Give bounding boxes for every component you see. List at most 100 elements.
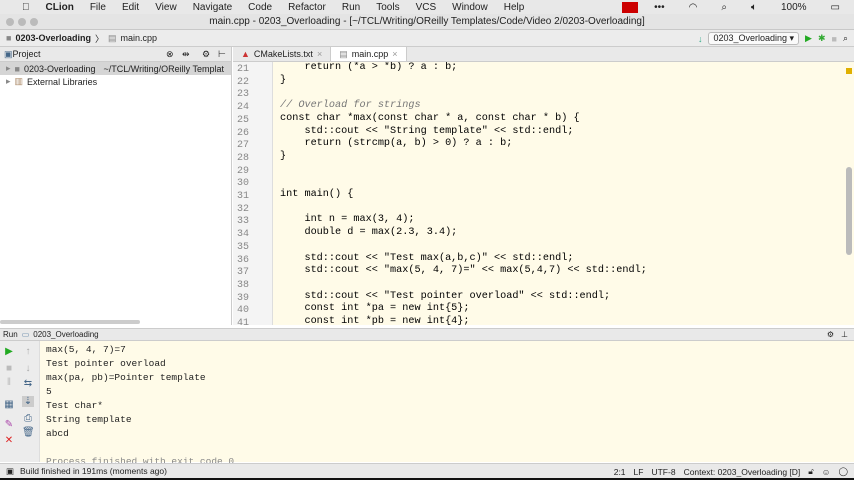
close-window-button[interactable]: [6, 18, 14, 26]
scroll-to-end-icon[interactable]: ⇣: [22, 396, 34, 407]
close-tab-icon[interactable]: ×: [317, 49, 322, 59]
menu-code[interactable]: Code: [240, 2, 280, 13]
horizontal-scrollbar[interactable]: [0, 320, 140, 324]
tab-main-cpp[interactable]: ▤ main.cpp ×: [331, 47, 407, 61]
tab-label: main.cpp: [351, 49, 389, 59]
event-log-icon[interactable]: ◯: [838, 466, 848, 477]
inspector-icon[interactable]: ☺: [822, 467, 831, 477]
zoom-window-button[interactable]: [30, 18, 38, 26]
build-icon[interactable]: ↓: [698, 34, 703, 44]
project-title[interactable]: Project: [13, 49, 41, 59]
up-arrow-icon[interactable]: ↑: [22, 346, 34, 357]
file-encoding[interactable]: UTF-8: [651, 467, 675, 477]
run-icon[interactable]: ▶: [805, 33, 812, 44]
search-icon[interactable]: ⌕: [713, 2, 735, 13]
console-line: max(pa, pb)=Pointer template: [46, 372, 206, 383]
editor-scrollbar[interactable]: [846, 167, 852, 255]
battery-icon[interactable]: ▭: [823, 2, 848, 13]
minimize-window-button[interactable]: [18, 18, 26, 26]
project-header: ▣ Project ⊗ ⇹ ⚙ ⊢: [0, 47, 231, 62]
pause-icon[interactable]: ‖: [3, 377, 15, 388]
editor-tabs: ▲ CMakeLists.txt × ▤ main.cpp ×: [233, 47, 854, 62]
window-title-bar: main.cpp - 0203_Overloading - [~/TCL/Wri…: [0, 14, 854, 30]
stop-icon[interactable]: ■: [832, 34, 837, 44]
volume-icon[interactable]: 🔈︎: [743, 2, 765, 13]
menu-run[interactable]: Run: [334, 2, 368, 13]
line-number: 36: [237, 254, 250, 266]
menu-help[interactable]: Help: [496, 2, 533, 13]
console-line: 5: [46, 386, 52, 397]
tree-item-label: 0203-Overloading: [23, 63, 96, 74]
menu-app[interactable]: CLion: [38, 2, 82, 13]
chevron-right-icon: 〉: [94, 33, 104, 44]
close-tab-icon[interactable]: ×: [392, 49, 397, 59]
line-number: 34: [237, 229, 250, 241]
code-line: return (strcmp(a, b) > 0) ? a : b;: [280, 138, 513, 150]
line-number: 27: [237, 140, 250, 152]
caret-position[interactable]: 2:1: [614, 467, 626, 477]
breadcrumb-file[interactable]: main.cpp: [121, 33, 158, 43]
tree-item-label: External Libraries: [27, 76, 98, 87]
tree-item-project[interactable]: ▸ ■ 0203-Overloading ~/TCL/Writing/OReil…: [0, 62, 231, 75]
menu-refactor[interactable]: Refactor: [280, 2, 334, 13]
close-icon[interactable]: ✕: [3, 435, 15, 446]
lock-icon[interactable]: 🔓︎: [808, 466, 814, 477]
gear-icon[interactable]: ⚙: [827, 330, 834, 339]
menu-view[interactable]: View: [147, 2, 185, 13]
menu-navigate[interactable]: Navigate: [185, 2, 240, 13]
breadcrumb-project[interactable]: 0203-Overloading: [15, 33, 91, 43]
debug-icon[interactable]: ✱: [818, 33, 826, 44]
warning-marker[interactable]: [846, 68, 852, 74]
hide-panel-icon[interactable]: ⊥: [841, 330, 848, 339]
stop-icon[interactable]: ■: [3, 363, 15, 374]
tab-cmakelists[interactable]: ▲ CMakeLists.txt ×: [233, 47, 332, 61]
status-message: Build finished in 191ms (moments ago): [20, 466, 167, 476]
code-line: // Overload for strings: [280, 100, 421, 112]
run-console[interactable]: max(5, 4, 7)=7 Test pointer overload max(p…: [40, 341, 854, 467]
cpp-file-icon: ▤: [339, 48, 348, 59]
expand-icon[interactable]: ▸: [6, 63, 11, 74]
line-number: 32: [237, 203, 250, 215]
expand-icon[interactable]: ▸: [6, 76, 11, 87]
menu-tools[interactable]: Tools: [368, 2, 407, 13]
tree-item-external-libraries[interactable]: ▸ ▥ External Libraries: [0, 75, 231, 88]
console-line: max(5, 4, 7)=7: [46, 344, 126, 355]
collapse-icon[interactable]: ⊗: [166, 49, 174, 60]
menu-window[interactable]: Window: [444, 2, 496, 13]
apple-icon[interactable]: : [14, 2, 38, 13]
layout-icon[interactable]: ▦: [3, 399, 15, 410]
status-panel-icon[interactable]: ▣: [6, 466, 14, 477]
run-tab[interactable]: 0203_Overloading: [33, 330, 98, 339]
code-line: int n = max(3, 4);: [280, 214, 415, 226]
navigation-bar: ■ 0203-Overloading 〉 ▤ main.cpp ↓ 0203_O…: [0, 30, 854, 47]
scroll-from-source-icon[interactable]: ⇹: [182, 49, 190, 60]
search-everywhere-icon[interactable]: ⌕: [843, 33, 848, 44]
menu-file[interactable]: File: [82, 2, 114, 13]
gear-icon[interactable]: ⚙: [202, 49, 210, 60]
trash-icon[interactable]: 🗑︎: [22, 427, 35, 438]
line-number: 38: [237, 279, 250, 291]
code-line: double d = max(2.3, 3.4);: [280, 227, 458, 239]
pin-icon[interactable]: ✎: [3, 419, 15, 430]
code-line: std::cout << "Test pointer overload" << …: [280, 290, 611, 302]
tree-item-path: ~/TCL/Writing/OReilly Templat: [103, 63, 224, 74]
menu-vcs[interactable]: VCS: [408, 2, 445, 13]
rerun-icon[interactable]: ▶: [3, 346, 15, 357]
hide-icon[interactable]: ⊢: [218, 49, 226, 60]
record-icon[interactable]: [622, 1, 639, 13]
soft-wrap-icon[interactable]: ⇆: [22, 378, 34, 389]
more-icon[interactable]: •••: [646, 2, 673, 13]
cmake-icon: ▲: [241, 49, 250, 59]
line-ending[interactable]: LF: [634, 467, 644, 477]
code-line: std::cout << "max(5, 4, 7)=" << max(5,4,…: [280, 265, 647, 277]
code-editor[interactable]: 21 return (*a > *b) ? a : b; 22} 23 24 // Ov…: [233, 62, 854, 325]
line-number: 28: [237, 152, 250, 164]
down-arrow-icon[interactable]: ↓: [22, 363, 34, 374]
context-selector[interactable]: Context: 0203_Overloading [D]: [684, 467, 801, 477]
menu-edit[interactable]: Edit: [114, 2, 147, 13]
print-icon[interactable]: ⎙: [22, 413, 34, 424]
run-config-select[interactable]: 0203_Overloading ▾: [708, 32, 800, 45]
wifi-icon[interactable]: ◠: [681, 2, 706, 13]
code-line: return (*a > *b) ? a : b;: [280, 62, 458, 73]
status-bar: ▣ Build finished in 191ms (moments ago) …: [0, 463, 854, 478]
